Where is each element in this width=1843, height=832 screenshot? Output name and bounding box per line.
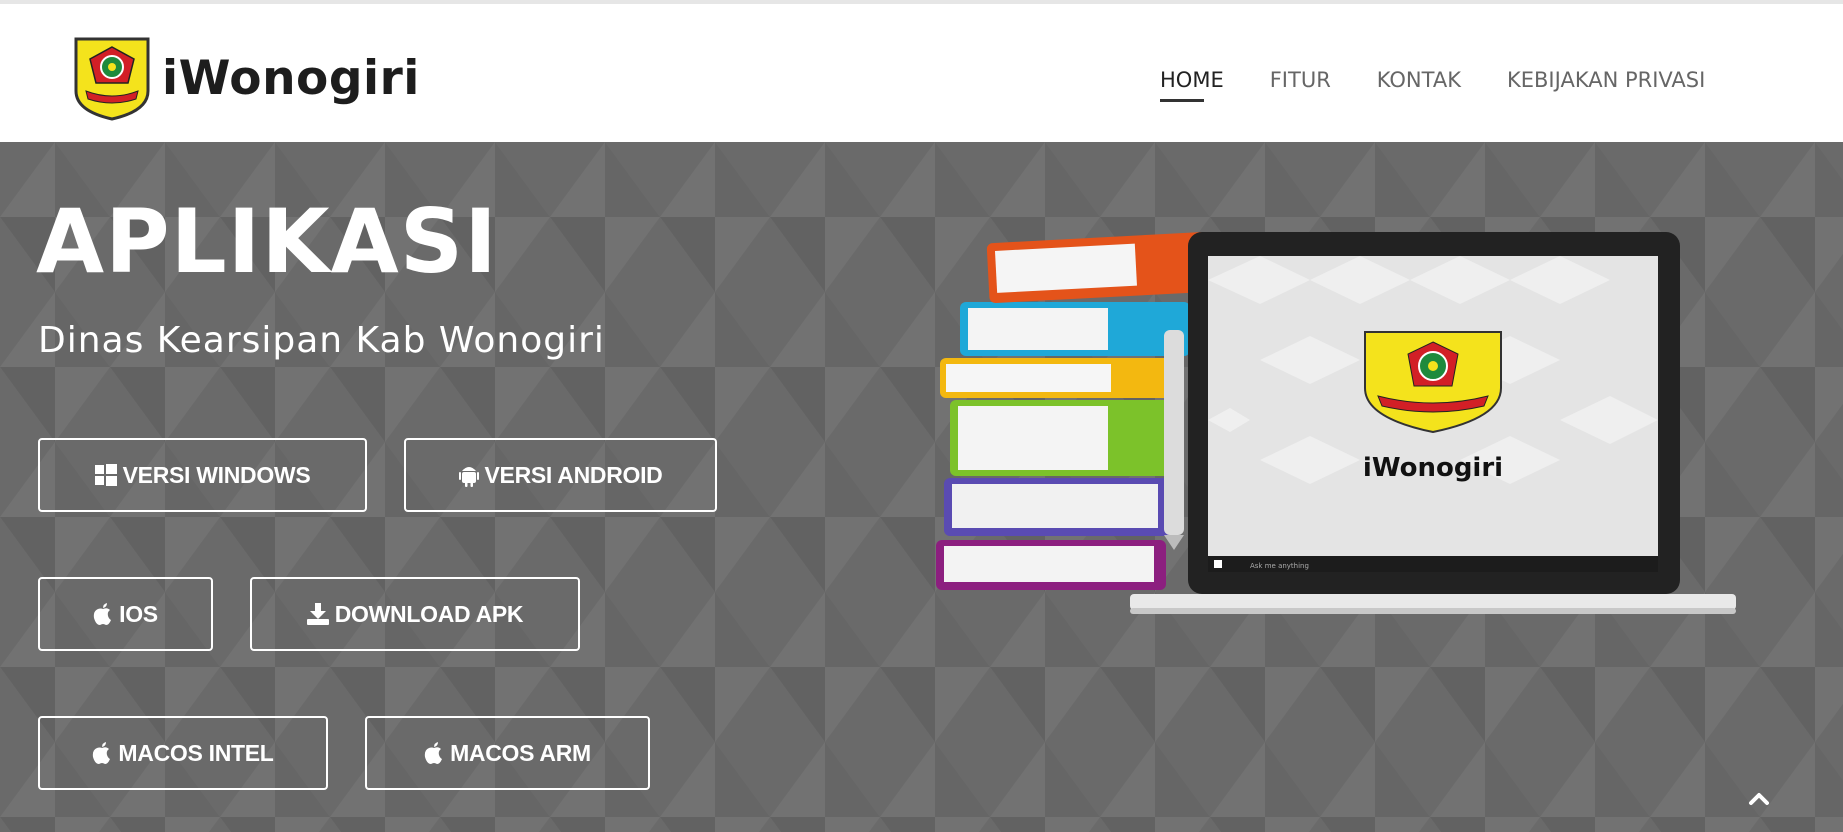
- books-laptop-illustration: iWonogiri Ask me anything: [936, 232, 1736, 614]
- brand-name: iWonogiri: [162, 50, 420, 106]
- android-icon: [458, 463, 479, 487]
- apple-icon: [93, 602, 113, 626]
- nav-kontak[interactable]: KONTAK: [1377, 68, 1461, 98]
- macos-arm-label: MACOS ARM: [450, 739, 591, 766]
- laptop-screen-brand: iWonogiri: [1363, 453, 1503, 483]
- laptop-image: iWonogiri Ask me anything: [1130, 232, 1736, 614]
- apple-icon: [424, 741, 444, 765]
- download-apk-label: DOWNLOAD APK: [334, 600, 524, 627]
- brand-logo-link[interactable]: iWonogiri: [72, 32, 420, 124]
- hero-subtitle: Dinas Kearsipan Kab Wonogiri: [38, 320, 605, 361]
- download-icon: [306, 603, 329, 625]
- laptop-taskbar-text: Ask me anything: [1250, 562, 1309, 570]
- main-nav: HOME FITUR KONTAK KEBIJAKAN PRIVASI: [1160, 68, 1751, 102]
- nav-fitur[interactable]: FITUR: [1270, 68, 1331, 98]
- hero-title: APLIKASI: [36, 190, 498, 293]
- apple-icon: [92, 741, 112, 765]
- chevron-up-icon: [1749, 793, 1769, 805]
- wonogiri-emblem-icon: [74, 37, 150, 121]
- download-apk-button[interactable]: DOWNLOAD APK: [250, 577, 580, 651]
- windows-icon: [94, 464, 117, 486]
- versi-android-button[interactable]: VERSI ANDROID: [404, 438, 717, 512]
- macos-intel-label: MACOS INTEL: [118, 739, 274, 766]
- macos-arm-button[interactable]: MACOS ARM: [365, 716, 650, 790]
- versi-android-label: VERSI ANDROID: [484, 461, 663, 488]
- ios-label: IOS: [119, 600, 158, 627]
- book-stack-image: [936, 232, 1210, 590]
- ios-button[interactable]: IOS: [38, 577, 213, 651]
- macos-intel-button[interactable]: MACOS INTEL: [38, 716, 328, 790]
- versi-windows-button[interactable]: VERSI WINDOWS: [38, 438, 367, 512]
- site-header: iWonogiri HOME FITUR KONTAK KEBIJAKAN PR…: [0, 4, 1843, 142]
- nav-kebijakan-privasi[interactable]: KEBIJAKAN PRIVASI: [1507, 68, 1705, 98]
- scroll-to-top-button[interactable]: [1746, 786, 1772, 812]
- versi-windows-label: VERSI WINDOWS: [122, 461, 311, 488]
- nav-home[interactable]: HOME: [1160, 68, 1224, 102]
